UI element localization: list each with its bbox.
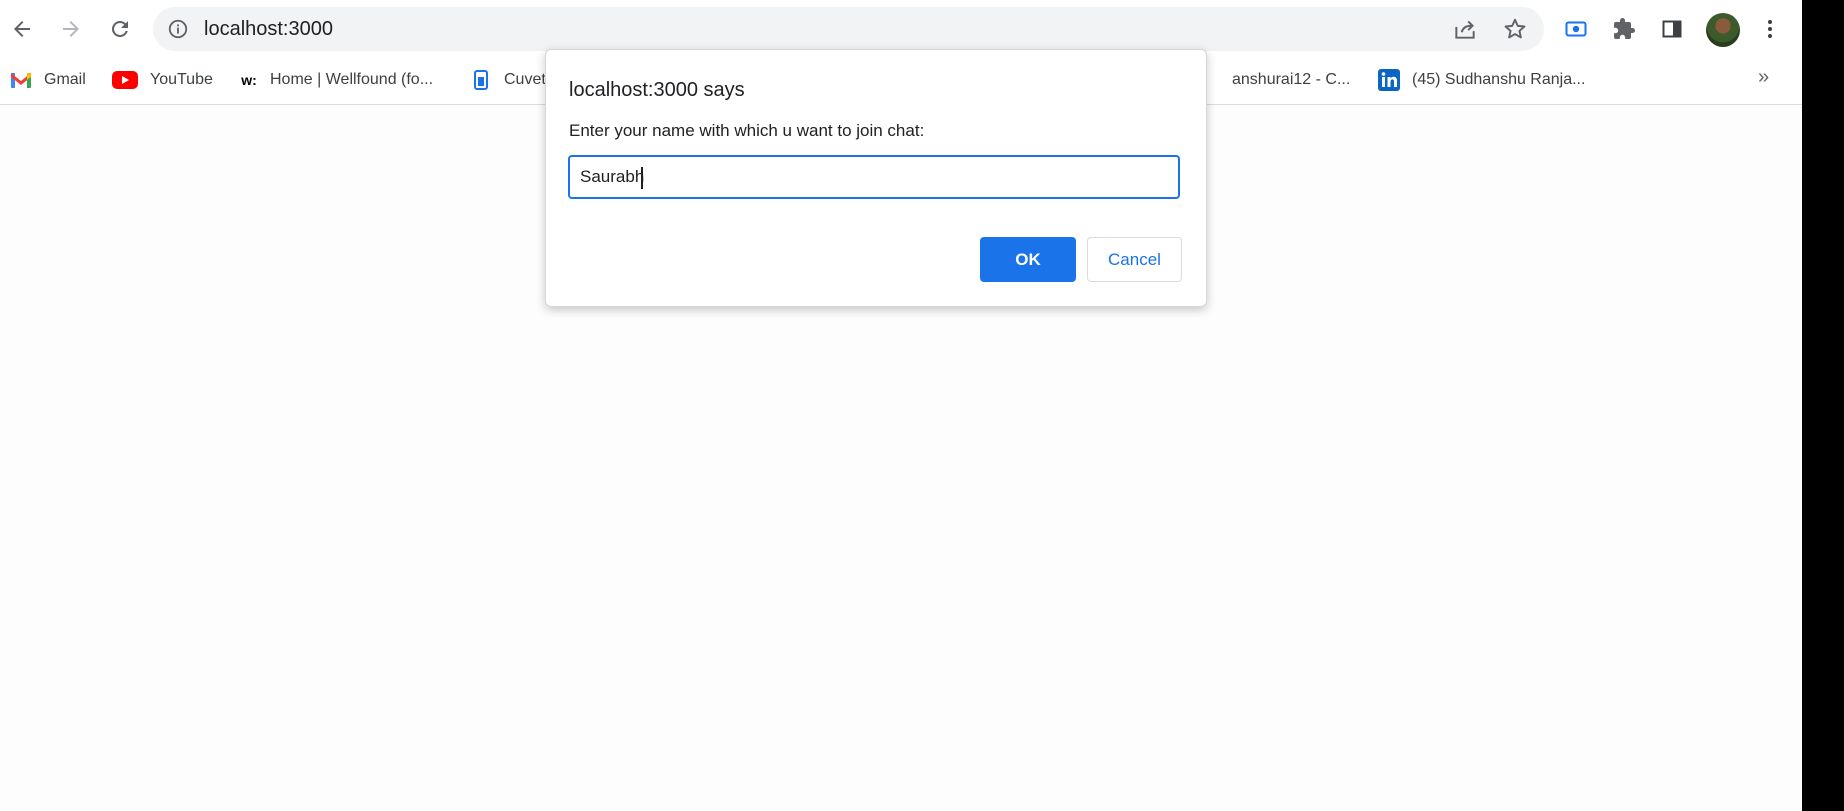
- bookmark-label: (45) Sudhanshu Ranja...: [1412, 71, 1586, 88]
- forward-button[interactable]: [51, 9, 91, 49]
- dialog-message: Enter your name with which u want to joi…: [569, 121, 925, 140]
- url-text[interactable]: localhost:3000: [204, 18, 333, 40]
- side-panel-button[interactable]: [1652, 9, 1692, 49]
- browser-menu-button[interactable]: [1750, 9, 1790, 49]
- back-arrow-icon: [14, 21, 30, 37]
- side-panel-icon: [1662, 20, 1682, 38]
- info-icon: [168, 19, 188, 39]
- screencast-button[interactable]: [1556, 9, 1596, 49]
- wellfound-icon: w:: [241, 72, 257, 88]
- extensions-button[interactable]: [1604, 9, 1644, 49]
- forward-arrow-icon: [63, 21, 79, 37]
- linkedin-icon: [1378, 69, 1400, 91]
- reload-icon: [112, 20, 128, 37]
- youtube-icon: [112, 69, 138, 91]
- reload-button[interactable]: [100, 9, 140, 49]
- text-caret: [641, 167, 643, 189]
- gmail-icon: [10, 69, 32, 91]
- screencast-icon: [1565, 21, 1587, 37]
- bookmark-label: Gmail: [44, 71, 86, 88]
- bookmark-label: Home | Wellfound (fo...: [270, 71, 434, 88]
- bookmark-wellfound[interactable]: w: Home | Wellfound (fo...: [240, 64, 433, 96]
- site-info-button[interactable]: [165, 16, 191, 42]
- share-button[interactable]: [1452, 16, 1478, 42]
- cuvette-icon: [470, 69, 492, 91]
- star-icon: [1504, 18, 1526, 39]
- bookmark-linkedin[interactable]: (45) Sudhanshu Ranja...: [1378, 64, 1585, 96]
- bookmarks-overflow-button[interactable]: »: [1758, 66, 1769, 89]
- dialog-title: localhost:3000 says: [569, 79, 745, 101]
- prompt-dialog: localhost:3000 says Enter your name with…: [545, 49, 1207, 307]
- browser-window: localhost:3000 Gmail YouTube w: Home | W…: [0, 0, 1802, 811]
- screen-edge: [1802, 0, 1844, 811]
- bookmark-youtube[interactable]: YouTube: [112, 64, 213, 96]
- kebab-menu-icon: [1768, 20, 1772, 38]
- bookmark-anshurai12[interactable]: anshurai12 - C...: [1232, 64, 1350, 96]
- back-button[interactable]: [2, 9, 42, 49]
- name-input[interactable]: [568, 155, 1180, 199]
- cancel-button[interactable]: Cancel: [1087, 237, 1182, 282]
- ok-button[interactable]: OK: [980, 237, 1076, 282]
- share-icon: [1455, 20, 1475, 39]
- address-bar[interactable]: localhost:3000: [153, 7, 1544, 51]
- profile-avatar[interactable]: [1706, 13, 1740, 47]
- bookmark-gmail[interactable]: Gmail: [10, 64, 86, 96]
- extensions-icon: [1614, 18, 1635, 39]
- bookmark-star-button[interactable]: [1502, 16, 1528, 42]
- bookmark-label: anshurai12 - C...: [1232, 71, 1351, 88]
- bookmark-label: YouTube: [150, 71, 213, 88]
